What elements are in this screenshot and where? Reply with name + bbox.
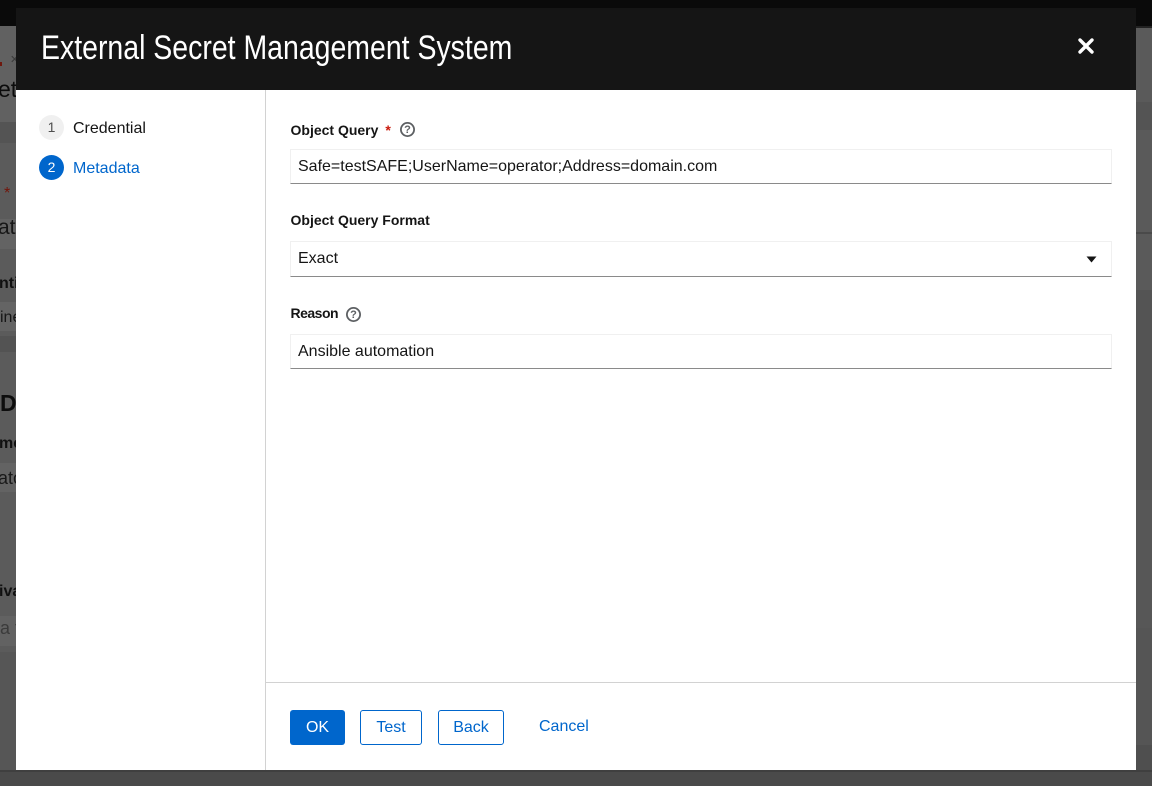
svg-text:?: ?	[404, 124, 411, 136]
svg-text:?: ?	[350, 309, 357, 321]
